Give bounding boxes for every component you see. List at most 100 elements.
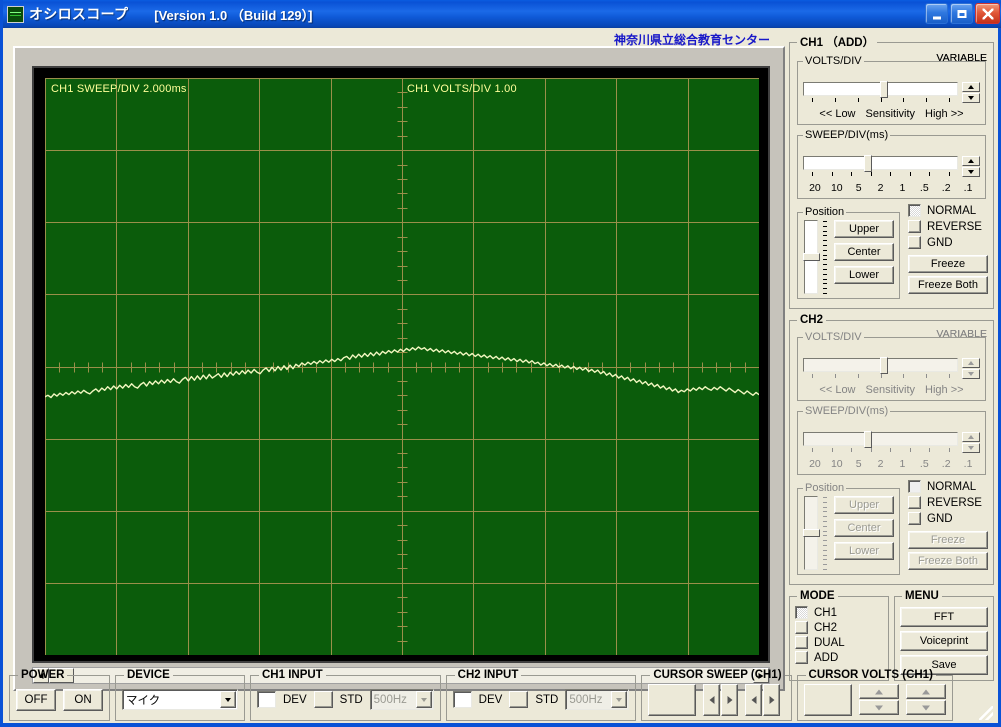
ch1-sweep-slider-thumb[interactable] <box>864 155 873 172</box>
ch1-normal-checkbox[interactable] <box>908 204 921 217</box>
ch1-freeze-both-button[interactable]: Freeze Both <box>908 276 988 294</box>
cursor-sweep2-right-arrow-icon[interactable] <box>763 683 781 716</box>
cursor-sweep2-left-arrow-icon[interactable] <box>745 683 763 716</box>
ch1-volts-div-slider[interactable] <box>803 81 958 103</box>
ch2-dev-label: DEV <box>478 693 503 706</box>
ch2-volts-spin-down-icon <box>962 369 980 379</box>
ch2-sensitivity-low: << Low <box>819 384 856 396</box>
ch1-sensitivity-high: High >> <box>925 108 964 120</box>
resize-grip-icon[interactable] <box>979 706 993 720</box>
ch1-group: CH1 （ADD） VOLTS/DIV VARIABLE << Low Sens… <box>789 34 994 309</box>
ch1-volts-spin-down-icon[interactable] <box>962 93 980 103</box>
menu-button-list: FFT Voiceprint Save <box>900 604 988 675</box>
cursor-volts-toggle-button[interactable] <box>803 683 852 716</box>
ch2-frequency-select: 500Hz <box>565 689 630 710</box>
ch1-volts-div-group: VOLTS/DIV VARIABLE << Low Sensitivity Hi… <box>797 52 987 125</box>
ch2-position-lower-button: Lower <box>834 542 894 560</box>
mode-checkbox-add[interactable] <box>795 651 808 664</box>
ch1-reverse-checkbox[interactable] <box>908 220 921 233</box>
ch2-gnd-checkbox <box>908 512 921 525</box>
cursor-sweep-toggle-button[interactable] <box>648 683 697 716</box>
ch1-sweep-spin-down-icon[interactable] <box>962 167 980 177</box>
cursor-volts2-down-arrow-icon[interactable] <box>905 700 946 715</box>
ch1-reverse-option[interactable]: REVERSE <box>908 220 988 233</box>
chevron-down-icon[interactable] <box>220 691 236 708</box>
mode-option-add[interactable]: ADD <box>795 651 883 664</box>
cursor-volts-up-arrow-icon[interactable] <box>858 684 899 699</box>
ch1-sweep-slider-ticks <box>803 172 958 177</box>
ch1-sweep-variable-label: VARIABLE <box>936 52 987 64</box>
ch2-sensitivity-mid: Sensitivity <box>865 384 916 396</box>
ch2-position-legend: Position <box>805 482 845 494</box>
voiceprint-button[interactable]: Voiceprint <box>900 631 988 651</box>
scale-tick-label: 1 <box>899 458 906 470</box>
cursor-sweep-pair-2 <box>745 683 781 716</box>
ch2-std-checkbox[interactable] <box>509 691 529 708</box>
ch1-dev-checkbox[interactable] <box>257 691 276 708</box>
ch1-volts-slider-thumb[interactable] <box>879 81 888 98</box>
ch1-gnd-option[interactable]: GND <box>908 236 988 249</box>
ch2-sweep-spin-down-icon <box>962 443 980 453</box>
ch1-position-lower-button[interactable]: Lower <box>834 266 894 284</box>
ch1-sweep-spin-up-icon[interactable] <box>962 156 980 166</box>
cursor-volts-pair-2 <box>905 684 946 715</box>
ch1-freeze-button[interactable]: Freeze <box>908 255 988 273</box>
chevron-down-icon <box>611 691 628 708</box>
window-title: オシロスコープ <box>29 6 129 22</box>
mode-checkbox-dual[interactable] <box>795 636 808 649</box>
ch1-volts-slider-ticks <box>803 98 958 103</box>
client-area: 神奈川県立総合教育センター CH1 SWEEP/DIV 2.000ms CH1 … <box>3 28 998 723</box>
ch2-sweep-div-group: SWEEP/DIV(ms) VARIABLE 20 10 5 2 1.5 .2 … <box>797 328 987 475</box>
ch2-position-group: Position Upper Center Lower <box>797 482 900 575</box>
close-icon[interactable] <box>975 3 1000 24</box>
mode-checkbox-ch1[interactable] <box>795 606 808 619</box>
maximize-icon[interactable] <box>950 3 973 24</box>
device-select-value: マイク <box>126 694 161 707</box>
ch1-sensitivity-mid: Sensitivity <box>865 108 916 120</box>
ch1-position-upper-button[interactable]: Upper <box>834 220 894 238</box>
scale-tick-label: .5 <box>919 458 929 470</box>
scope-screen[interactable]: CH1 SWEEP/DIV 2.000ms CH1 VOLTS/DIV 1.00 <box>45 78 759 655</box>
cursor-sweep-left-arrow-icon[interactable] <box>703 683 721 716</box>
minimize-icon[interactable] <box>925 3 948 24</box>
mode-option-list: CH1 CH2 DUAL ADD <box>795 604 883 664</box>
scale-tick-label: .2 <box>941 182 951 194</box>
ch1-position-slider[interactable] <box>803 220 820 294</box>
scope-bezel: CH1 SWEEP/DIV 2.000ms CH1 VOLTS/DIV 1.00 <box>32 66 770 663</box>
scope-panel: CH1 SWEEP/DIV 2.000ms CH1 VOLTS/DIV 1.00 <box>13 46 785 691</box>
mode-option-ch1[interactable]: CH1 <box>795 606 883 619</box>
cursor-volts2-up-arrow-icon[interactable] <box>905 684 946 699</box>
ch1-gnd-checkbox[interactable] <box>908 236 921 249</box>
ch1-position-slider-thumb[interactable] <box>803 253 820 261</box>
ch1-normal-option[interactable]: NORMAL <box>908 204 988 217</box>
scale-tick-label: .5 <box>919 182 929 194</box>
ch1-sweep-slider-track[interactable] <box>803 156 958 170</box>
ch1-sweep-variable-spinner[interactable] <box>962 156 980 177</box>
ch1-position-center-button[interactable]: Center <box>834 243 894 261</box>
ch2-volts-spin-up-icon <box>962 358 980 368</box>
ch1-volts-spin-up-icon[interactable] <box>962 82 980 92</box>
scale-tick-label: .2 <box>941 458 951 470</box>
mode-option-ch2[interactable]: CH2 <box>795 621 883 634</box>
ch2-dev-checkbox[interactable] <box>452 691 472 708</box>
power-off-button[interactable]: OFF <box>16 688 56 711</box>
fft-button[interactable]: FFT <box>900 607 988 627</box>
power-on-button[interactable]: ON <box>63 688 103 711</box>
ch2-sweep-spin-up-icon <box>962 432 980 442</box>
ch1-sweep-div-slider[interactable] <box>803 155 958 177</box>
ch1-volts-variable-spinner[interactable] <box>962 82 980 103</box>
ch2-input-legend: CH2 INPUT <box>457 669 519 681</box>
cursor-sweep-right-arrow-icon[interactable] <box>721 683 739 716</box>
ch1-position-slider-ticks <box>823 220 828 294</box>
cursor-volts-down-arrow-icon[interactable] <box>858 700 899 715</box>
mode-checkbox-ch2[interactable] <box>795 621 808 634</box>
cursor-volts-group: CURSOR VOLTS (CH1) <box>796 669 953 721</box>
ch2-sweep-slider-track <box>803 432 958 446</box>
scale-tick-label: .1 <box>963 458 973 470</box>
ch2-volts-div-group: VOLTS/DIV VARIABLE << Low Sensitivity Hi… <box>797 328 987 401</box>
ch1-std-checkbox[interactable] <box>313 691 333 708</box>
device-select[interactable]: マイク <box>122 689 238 710</box>
scale-tick-label: 10 <box>830 182 843 194</box>
mode-option-dual[interactable]: DUAL <box>795 636 883 649</box>
ch2-sweep-slider-thumb <box>864 431 873 448</box>
